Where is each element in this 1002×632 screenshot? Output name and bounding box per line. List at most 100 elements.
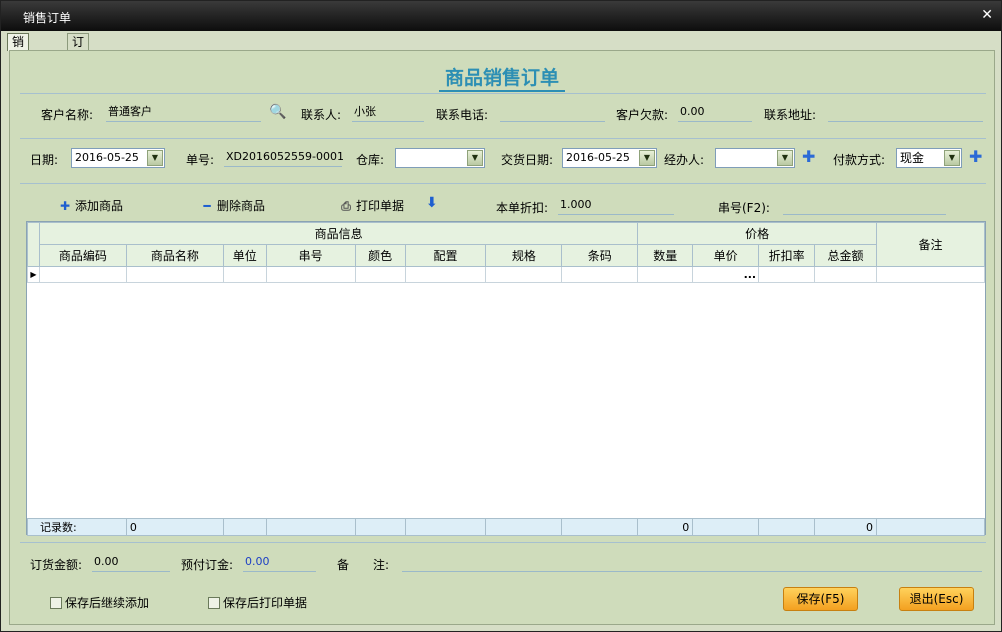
col-serial[interactable]: 串号 [265,244,356,267]
discount-field[interactable]: 1.000 [558,197,674,215]
order-amount-label: 订货金额: [30,558,83,572]
handler-select[interactable]: ▼ [715,148,795,168]
delivery-value: 2016-05-25 [566,151,630,164]
plus-icon: ✚ [59,199,71,213]
col-barcode[interactable]: 条码 [561,244,639,267]
col-discount-rate[interactable]: 折扣率 [758,244,816,267]
goods-grid[interactable]: 商品信息 价格 备注 商品编码 商品名称 单位 串号 颜色 配置 规格 条码 数… [26,221,986,536]
grid-footer: 记录数: 0 0 0 [27,518,985,536]
order-no-label: 单号: [186,153,215,167]
phone-label: 联系电话: [436,108,489,122]
order-panel: 商品销售订单 客户名称: 普通客户 🔍 联系人: 小张 联系电话: 客户欠款: … [9,50,995,625]
tab-sales-order[interactable]: 销售订单 [7,33,30,100]
address-field[interactable] [828,104,983,122]
close-icon[interactable]: ✕ [981,7,993,23]
cell[interactable] [404,266,487,283]
contact-field[interactable]: 小张 [352,104,424,122]
exit-button[interactable]: 退出(Esc) [899,587,974,611]
cell[interactable] [814,266,877,283]
quantity-total: 0 [637,518,694,536]
cell[interactable] [758,266,816,283]
prepay-field[interactable]: 0.00 [243,554,316,572]
phone-field[interactable] [500,104,605,122]
amount-total: 0 [814,518,878,536]
debt-label: 客户欠款: [616,108,669,122]
warehouse-select[interactable]: ▼ [395,148,485,168]
cell[interactable] [561,266,639,283]
address-label: 联系地址: [764,108,817,122]
tab-order-query[interactable]: 订单查询 [67,33,90,100]
date-label: 日期: [30,153,59,167]
divider [20,93,986,94]
customer-field[interactable]: 普通客户 [106,104,261,122]
divider [20,138,986,139]
payment-value: 现金 [900,151,925,165]
cell[interactable] [38,266,127,283]
col-remark[interactable]: 备注 [875,222,986,267]
dropdown-arrow-icon[interactable]: ▼ [777,150,793,166]
payment-label: 付款方式: [833,153,886,167]
cell[interactable] [265,266,356,283]
continue-add-checkbox[interactable]: 保存后继续添加 [50,594,149,611]
divider [20,542,986,543]
page-title: 商品销售订单 [10,63,994,92]
binoculars-icon[interactable]: 🔍 [269,104,286,120]
cell[interactable] [354,266,406,283]
printer-icon: ⎙ [341,199,351,213]
col-total-amount[interactable]: 总金额 [814,244,877,267]
row-pointer-icon: ▶ [27,266,40,283]
col-unit-price[interactable]: 单价 [692,244,760,267]
goods-table: 商品信息 价格 备注 商品编码 商品名称 单位 串号 颜色 配置 规格 条码 数… [27,222,986,283]
payment-select[interactable]: 现金 ▼ [896,148,962,168]
date-picker[interactable]: 2016-05-25 ▼ [71,148,165,168]
record-count: 0 [125,518,224,536]
col-goods-code[interactable]: 商品编码 [38,244,127,267]
serial-label: 串号(F2): [718,201,770,215]
dropdown-arrow-icon[interactable]: ▼ [639,150,655,166]
sales-order-window: 销售订单 ✕ 销售订单 订单查询 商品销售订单 客户名称: 普通客户 🔍 联系人… [0,0,1002,632]
remark-label: 备 注: [337,558,390,572]
group-goods-info: 商品信息 [38,222,639,245]
dropdown-arrow-icon[interactable]: ▼ [147,150,163,166]
row-header-corner [27,222,40,267]
title-bar: 销售订单 ✕ [1,1,1001,31]
minus-icon: ━ [203,199,211,213]
price-edit-button[interactable]: ... [692,266,760,283]
delivery-label: 交货日期: [501,153,554,167]
print-button[interactable]: ⎙ 打印单据 [339,197,404,214]
contact-label: 联系人: [301,108,342,122]
add-payment-plus-icon[interactable]: ✚ [969,149,982,165]
customer-label: 客户名称: [41,108,94,122]
divider [20,183,986,184]
debt-field: 0.00 [678,104,752,122]
delete-item-button[interactable]: ━ 删除商品 [200,197,265,214]
arrow-down-icon[interactable]: ⬇ [426,195,438,211]
order-amount-field: 0.00 [92,554,170,572]
print-after-save-checkbox[interactable]: 保存后打印单据 [208,594,307,611]
cell[interactable] [222,266,267,283]
col-color[interactable]: 颜色 [354,244,406,267]
col-unit[interactable]: 单位 [222,244,267,267]
cell[interactable] [637,266,694,283]
col-goods-name[interactable]: 商品名称 [125,244,224,267]
group-price: 价格 [637,222,877,245]
delivery-date-picker[interactable]: 2016-05-25 ▼ [562,148,657,168]
dropdown-arrow-icon[interactable]: ▼ [467,150,483,166]
save-button[interactable]: 保存(F5) [783,587,858,611]
date-value: 2016-05-25 [75,151,139,164]
table-row[interactable]: ▶ ... [27,266,986,283]
add-item-button[interactable]: ✚ 添加商品 [58,197,123,214]
cell[interactable] [485,266,563,283]
serial-field[interactable] [783,197,946,215]
col-config[interactable]: 配置 [404,244,487,267]
handler-label: 经办人: [664,153,705,167]
remark-field[interactable] [402,554,982,572]
add-handler-plus-icon[interactable]: ✚ [802,149,815,165]
dropdown-arrow-icon[interactable]: ▼ [944,150,960,166]
col-quantity[interactable]: 数量 [637,244,694,267]
col-spec[interactable]: 规格 [485,244,563,267]
cell[interactable] [875,266,986,283]
warehouse-label: 仓库: [356,153,385,167]
prepay-label: 预付订金: [181,558,234,572]
cell[interactable] [125,266,224,283]
